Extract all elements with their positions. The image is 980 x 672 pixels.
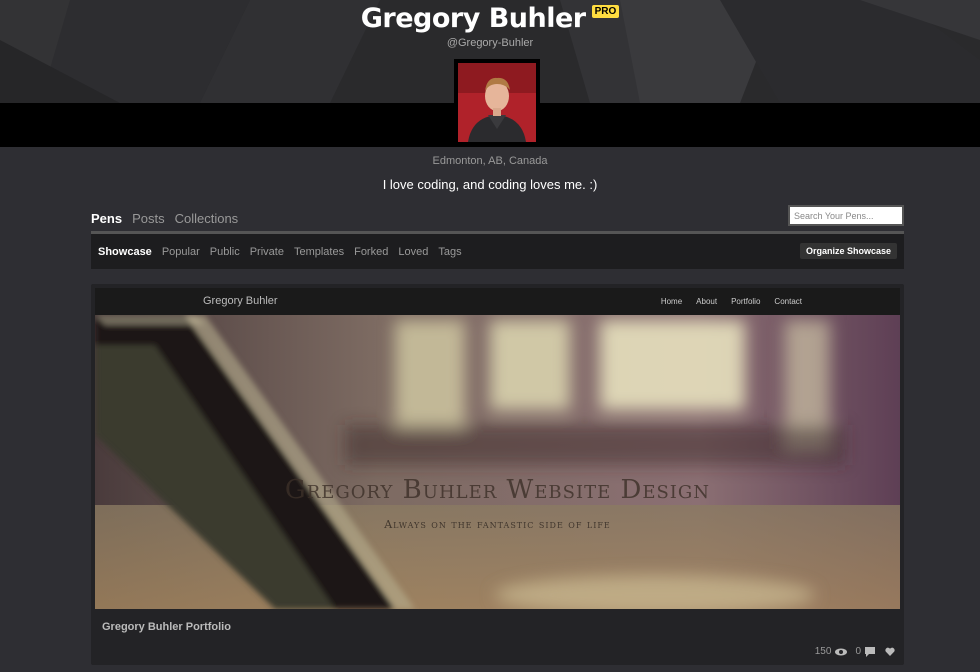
profile-bio: I love coding, and coding loves me. :) <box>382 177 598 192</box>
preview-hero-subtitle: Always on the fantastic side of life <box>384 518 611 531</box>
pen-stats: 150 0 <box>815 646 895 657</box>
preview-hero: Gregory Buhler Website Design Always on … <box>95 315 900 609</box>
avatar-image <box>458 63 536 142</box>
preview-link-contact: Contact <box>774 297 802 306</box>
pro-badge: PRO <box>591 4 620 18</box>
profile-name: Gregory Buhler <box>360 2 586 34</box>
preview-link-portfolio: Portfolio <box>731 297 761 306</box>
sub-nav: Showcase Popular Public Private Template… <box>91 234 904 269</box>
sub-nav-loved[interactable]: Loved <box>398 246 428 258</box>
profile-location: Edmonton, AB, Canada <box>432 155 548 167</box>
pen-preview[interactable]: Gregory Buhler Home About Portfolio Cont… <box>95 288 900 609</box>
profile-handle[interactable]: @Gregory-Buhler <box>0 37 980 49</box>
main-tabs: Pens Posts Collections <box>91 211 238 226</box>
sub-nav-private[interactable]: Private <box>250 246 284 258</box>
hero-background <box>95 315 900 609</box>
preview-hero-title: Gregory Buhler Website Design <box>284 475 711 505</box>
preview-navbar: Gregory Buhler Home About Portfolio Cont… <box>95 288 900 315</box>
profile-name-row: Gregory Buhler PRO <box>0 0 980 36</box>
eye-icon <box>835 648 848 655</box>
sub-nav-popular[interactable]: Popular <box>162 246 200 258</box>
pen-card: Gregory Buhler Home About Portfolio Cont… <box>91 284 904 665</box>
preview-brand: Gregory Buhler <box>203 295 278 307</box>
organize-showcase-button[interactable]: Organize Showcase <box>799 243 897 259</box>
pen-title[interactable]: Gregory Buhler Portfolio <box>102 621 231 633</box>
preview-nav-links: Home About Portfolio Contact <box>661 297 802 306</box>
avatar[interactable] <box>454 59 540 146</box>
sub-nav-templates[interactable]: Templates <box>294 246 344 258</box>
search-input[interactable] <box>788 205 904 226</box>
heart-icon[interactable] <box>885 647 895 656</box>
tab-posts[interactable]: Posts <box>132 211 165 226</box>
views-count: 150 <box>814 646 832 657</box>
avatar-portrait <box>458 63 536 142</box>
sub-nav-tags[interactable]: Tags <box>438 246 461 258</box>
sub-nav-showcase[interactable]: Showcase <box>98 246 152 258</box>
tab-collections[interactable]: Collections <box>175 211 239 226</box>
sub-nav-forked[interactable]: Forked <box>354 246 388 258</box>
preview-link-home: Home <box>660 297 683 306</box>
sub-nav-public[interactable]: Public <box>210 246 240 258</box>
preview-link-about: About <box>696 297 718 306</box>
tab-pens[interactable]: Pens <box>91 211 122 226</box>
comments-count: 0 <box>855 646 861 657</box>
comment-icon[interactable] <box>865 646 875 657</box>
